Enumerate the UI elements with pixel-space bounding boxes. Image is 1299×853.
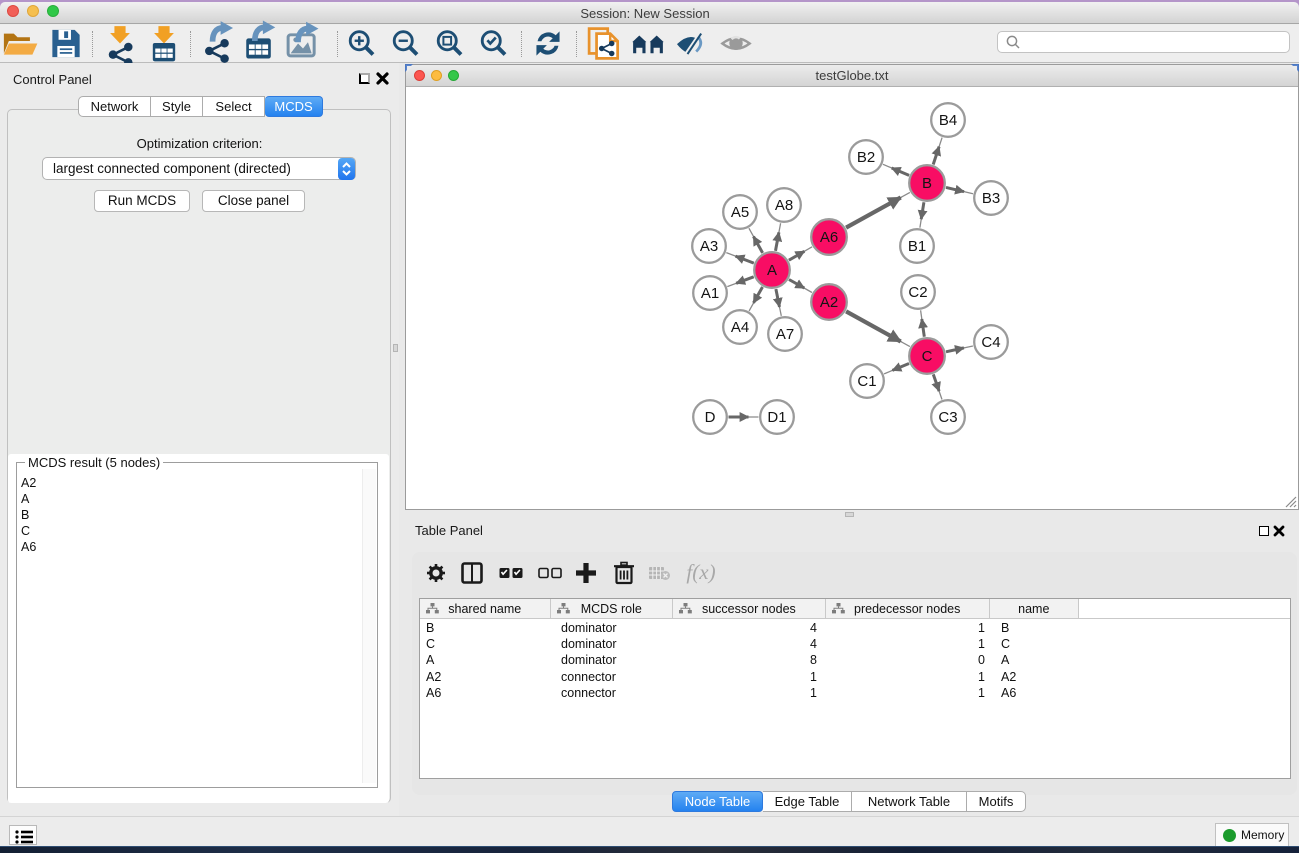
svg-text:B2: B2 bbox=[857, 149, 875, 166]
svg-text:B: B bbox=[922, 175, 932, 192]
svg-text:C3: C3 bbox=[938, 409, 957, 426]
svg-text:C: C bbox=[922, 348, 933, 365]
svg-text:A8: A8 bbox=[775, 197, 793, 214]
svg-text:C1: C1 bbox=[857, 373, 876, 390]
svg-text:A2: A2 bbox=[820, 294, 838, 311]
svg-text:D: D bbox=[705, 409, 716, 426]
svg-text:B3: B3 bbox=[982, 190, 1000, 207]
svg-text:A7: A7 bbox=[776, 326, 794, 343]
svg-text:A1: A1 bbox=[701, 285, 719, 302]
svg-text:A: A bbox=[767, 262, 777, 279]
svg-text:A5: A5 bbox=[731, 204, 749, 221]
svg-text:B4: B4 bbox=[939, 112, 957, 129]
svg-text:A3: A3 bbox=[700, 238, 718, 255]
svg-text:C2: C2 bbox=[908, 284, 927, 301]
svg-text:D1: D1 bbox=[767, 409, 786, 426]
svg-text:C4: C4 bbox=[981, 334, 1000, 351]
svg-text:A6: A6 bbox=[820, 229, 838, 246]
svg-text:B1: B1 bbox=[908, 238, 926, 255]
svg-text:A4: A4 bbox=[731, 319, 749, 336]
svg-text:f(x): f(x) bbox=[686, 560, 715, 584]
